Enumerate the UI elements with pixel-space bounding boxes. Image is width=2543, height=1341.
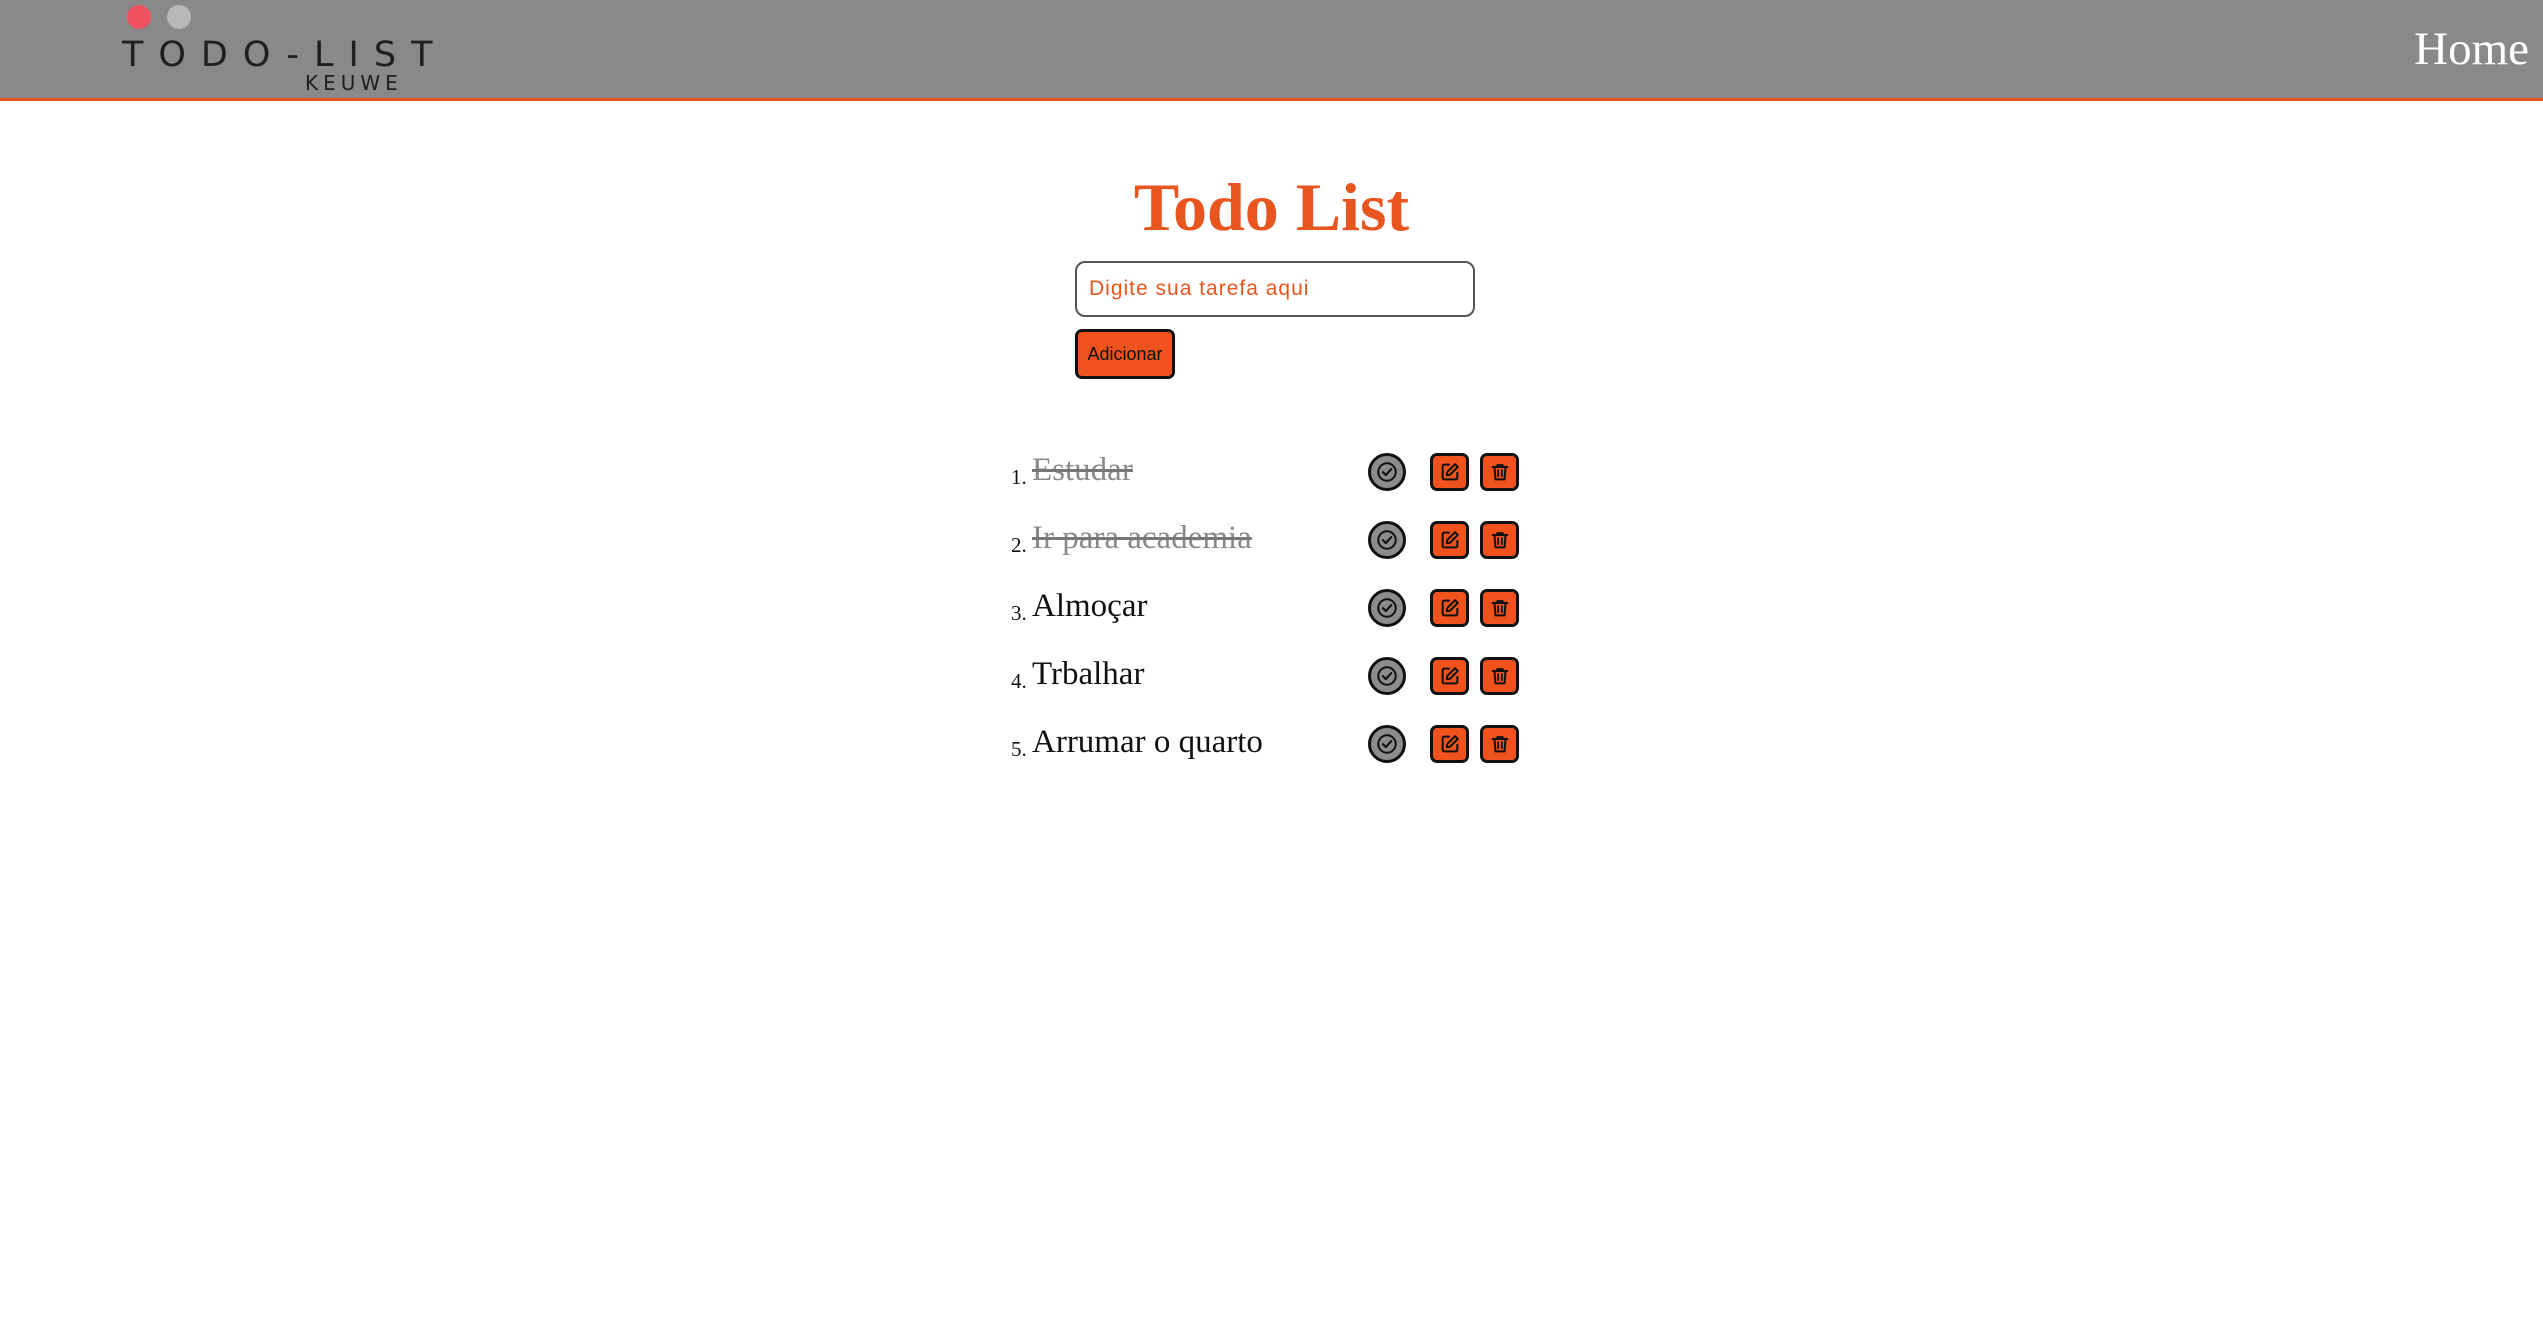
check-circle-icon [1377, 530, 1397, 550]
task-item: 5. Arrumar o quarto [1008, 717, 1528, 785]
add-task-button[interactable]: Adicionar [1075, 329, 1175, 379]
task-item: 2. Ir para academia [1008, 513, 1528, 581]
check-circle-icon [1377, 462, 1397, 482]
complete-task-button[interactable] [1368, 657, 1406, 695]
task-number: 4. [1011, 669, 1027, 693]
complete-task-button[interactable] [1368, 453, 1406, 491]
task-text: Arrumar o quarto [1032, 724, 1263, 760]
task-number: 1. [1011, 465, 1027, 489]
top-navbar: TODO-LIST KEUWE Home [0, 0, 2543, 101]
edit-task-button[interactable] [1430, 521, 1469, 559]
logo-title: TODO-LIST [122, 35, 448, 75]
task-item: 1. Estudar [1008, 445, 1528, 513]
edit-icon [1441, 599, 1459, 617]
edit-icon [1441, 463, 1459, 481]
task-text: Trbalhar [1032, 656, 1145, 692]
check-circle-icon [1377, 734, 1397, 754]
edit-task-button[interactable] [1430, 589, 1469, 627]
task-input[interactable] [1075, 261, 1475, 317]
check-circle-icon [1377, 598, 1397, 618]
delete-task-button[interactable] [1480, 725, 1519, 763]
delete-task-button[interactable] [1480, 453, 1519, 491]
complete-task-button[interactable] [1368, 521, 1406, 559]
delete-task-button[interactable] [1480, 589, 1519, 627]
grey-dot-icon [167, 5, 191, 29]
task-item: 4. Trbalhar [1008, 649, 1528, 717]
edit-icon [1441, 667, 1459, 685]
nav-home-link[interactable]: Home [2414, 23, 2529, 76]
edit-task-button[interactable] [1430, 453, 1469, 491]
edit-icon [1441, 735, 1459, 753]
trash-icon [1491, 600, 1508, 617]
task-text: Ir para academia [1032, 520, 1252, 556]
edit-icon [1441, 531, 1459, 549]
task-item: 3. Almoçar [1008, 581, 1528, 649]
edit-task-button[interactable] [1430, 657, 1469, 695]
complete-task-button[interactable] [1368, 589, 1406, 627]
trash-icon [1491, 464, 1508, 481]
red-dot-icon [127, 5, 151, 29]
task-list: 1. Estudar 2. Ir para academia 3. Almoça… [1008, 445, 1528, 785]
task-text: Almoçar [1032, 588, 1148, 624]
complete-task-button[interactable] [1368, 725, 1406, 763]
check-circle-icon [1377, 666, 1397, 686]
delete-task-button[interactable] [1480, 657, 1519, 695]
trash-icon [1491, 532, 1508, 549]
task-text: Estudar [1032, 452, 1133, 488]
task-number: 3. [1011, 601, 1027, 625]
trash-icon [1491, 668, 1508, 685]
page-title: Todo List [1133, 169, 1410, 245]
delete-task-button[interactable] [1480, 521, 1519, 559]
task-number: 5. [1011, 737, 1027, 761]
logo-subtitle: KEUWE [305, 71, 403, 95]
edit-task-button[interactable] [1430, 725, 1469, 763]
trash-icon [1491, 736, 1508, 753]
task-number: 2. [1011, 533, 1027, 557]
